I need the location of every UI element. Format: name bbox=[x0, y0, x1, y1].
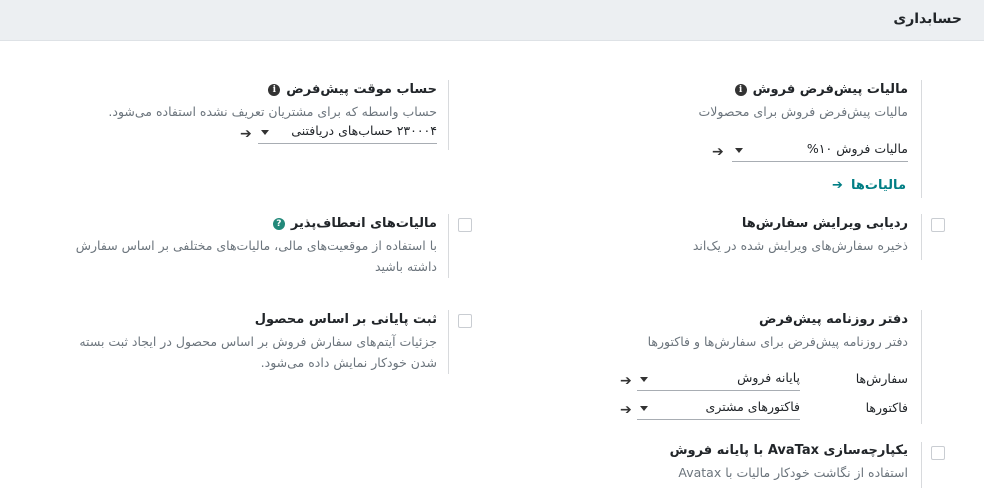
flexible-taxes-title: مالیات‌های انعطاف‌پذیر? bbox=[272, 216, 437, 231]
suspense-account-desc: حساب واسطه که برای مشتریان تعریف نشده اس… bbox=[108, 104, 437, 119]
sales-tax-value: مالیات فروش ۱۰% bbox=[807, 141, 908, 156]
default-taxes-title-text: مالیات پیش‌فرض فروش bbox=[752, 82, 908, 97]
help-icon[interactable]: ? bbox=[272, 217, 285, 230]
caret-down-icon bbox=[640, 406, 648, 411]
flexible-taxes-checkbox[interactable] bbox=[458, 218, 472, 232]
product-closing-desc-2: شدن خودکار نمایش داده می‌شود. bbox=[260, 355, 437, 370]
taxes-link[interactable]: مالیات‌ها ➔ bbox=[832, 178, 906, 193]
flexible-taxes-title-text: مالیات‌های انعطاف‌پذیر bbox=[290, 216, 437, 231]
caret-down-icon bbox=[261, 130, 269, 135]
invoices-journal-select[interactable]: فاکتورهای مشتری bbox=[637, 398, 800, 420]
default-journals-title: دفتر روزنامه پیش‌فرض bbox=[758, 312, 908, 327]
taxes-link-text[interactable]: مالیات‌ها bbox=[851, 178, 906, 193]
suspense-account-value: ۲۳۰۰۰۴ حساب‌های دریافتنی bbox=[291, 123, 437, 138]
orders-journal-label: سفارش‌ها bbox=[855, 371, 908, 386]
section-title: حسابداری bbox=[893, 11, 962, 27]
setting-divider bbox=[448, 80, 449, 150]
suspense-account-select[interactable]: ۲۳۰۰۰۴ حساب‌های دریافتنی bbox=[258, 122, 437, 144]
product-closing-title: ثبت پایانی بر اساس محصول bbox=[254, 312, 437, 327]
section-header: حسابداری bbox=[0, 0, 984, 41]
sales-tax-percent: ۱۰% bbox=[806, 141, 833, 156]
setting-divider bbox=[448, 310, 449, 374]
info-icon[interactable]: i bbox=[268, 83, 281, 96]
sales-tax-select[interactable]: مالیات فروش ۱۰% bbox=[732, 140, 908, 162]
arrow-right-icon[interactable]: ➔ bbox=[712, 145, 724, 159]
setting-divider bbox=[448, 214, 449, 278]
avatax-desc: استفاده از نگاشت خودکار مالیات با Avatax bbox=[678, 465, 908, 480]
arrow-right-icon: ➔ bbox=[831, 178, 843, 193]
setting-divider bbox=[921, 214, 922, 260]
caret-down-icon bbox=[640, 377, 648, 382]
suspense-account-title-text: حساب موقت پیش‌فرض bbox=[286, 82, 437, 97]
invoices-journal-value: فاکتورهای مشتری bbox=[705, 399, 800, 414]
flexible-taxes-desc-1: با استفاده از موقعیت‌های مالی، مالیات‌ها… bbox=[75, 238, 437, 253]
arrow-right-icon[interactable]: ➔ bbox=[620, 403, 632, 417]
order-edit-tracking-title: ردیابی ویرایش سفارش‌ها bbox=[741, 216, 908, 231]
order-edit-tracking-desc: ذخیره سفارش‌های ویرایش شده در یک‌اند bbox=[692, 238, 908, 253]
default-journals-desc: دفتر روزنامه پیش‌فرض برای سفارش‌ها و فاک… bbox=[647, 334, 908, 349]
invoices-journal-label: فاکتورها bbox=[865, 400, 908, 415]
setting-divider bbox=[921, 442, 922, 488]
product-closing-desc-1: جزئیات آیتم‌های سفارش فروش بر اساس محصول… bbox=[79, 334, 437, 349]
arrow-right-icon[interactable]: ➔ bbox=[240, 127, 252, 141]
arrow-right-icon[interactable]: ➔ bbox=[620, 374, 632, 388]
caret-down-icon bbox=[735, 148, 743, 153]
default-taxes-desc: مالیات پیش‌فرض فروش برای محصولات bbox=[698, 104, 909, 119]
info-icon[interactable]: i bbox=[734, 83, 747, 96]
default-taxes-title: مالیات پیش‌فرض فروش i bbox=[734, 82, 908, 97]
product-closing-checkbox[interactable] bbox=[458, 314, 472, 328]
orders-journal-select[interactable]: پایانه فروش bbox=[637, 369, 800, 391]
flexible-taxes-desc-2: داشته باشید bbox=[374, 259, 437, 274]
sales-tax-label: مالیات فروش bbox=[836, 141, 908, 156]
setting-divider bbox=[921, 80, 922, 198]
orders-journal-value: پایانه فروش bbox=[737, 370, 800, 385]
setting-divider bbox=[921, 310, 922, 424]
avatax-checkbox[interactable] bbox=[931, 446, 945, 460]
suspense-account-title: حساب موقت پیش‌فرض i bbox=[268, 82, 437, 97]
order-edit-tracking-checkbox[interactable] bbox=[931, 218, 945, 232]
avatax-title: یکپارچه‌سازی AvaTax با پایانه فروش bbox=[669, 443, 908, 458]
